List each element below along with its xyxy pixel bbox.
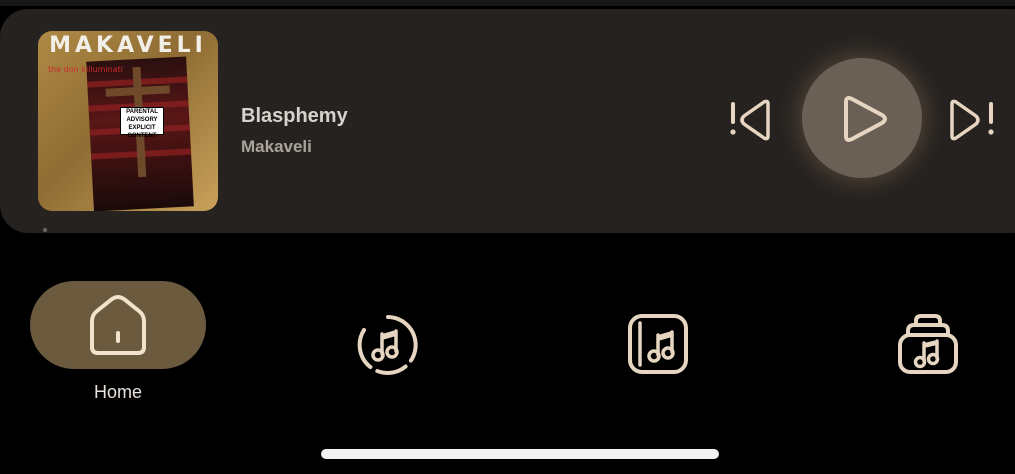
album-art-subtitle: the don killuminati xyxy=(48,65,123,74)
music-album-icon xyxy=(628,314,688,374)
music-disc-icon xyxy=(357,315,418,375)
music-library-icon xyxy=(898,314,958,374)
track-artist[interactable]: Makaveli xyxy=(241,137,312,157)
play-button[interactable] xyxy=(802,58,922,178)
track-title[interactable]: Blasphemy xyxy=(241,105,348,128)
nav-home-indicator[interactable] xyxy=(30,281,206,369)
next-button[interactable] xyxy=(944,94,1002,146)
parental-advisory-label: PARENTAL ADVISORY EXPLICIT CONTENT xyxy=(120,107,164,139)
skip-previous-icon xyxy=(730,99,770,141)
play-icon xyxy=(844,96,887,142)
nav-home-label[interactable]: Home xyxy=(30,382,206,403)
album-art-artist-text: MAKAVELI xyxy=(49,33,207,58)
nav-album[interactable] xyxy=(626,313,690,380)
home-icon xyxy=(90,295,146,355)
previous-button[interactable] xyxy=(722,94,778,146)
status-area-edge xyxy=(0,0,1015,6)
album-art[interactable]: MAKAVELI the don killuminati PARENTAL AD… xyxy=(38,31,218,211)
nav-library[interactable] xyxy=(896,313,960,380)
gesture-home-indicator[interactable] xyxy=(321,449,719,459)
skip-next-icon xyxy=(950,99,994,141)
nav-disc[interactable] xyxy=(356,314,420,381)
playback-progress[interactable] xyxy=(43,228,47,232)
